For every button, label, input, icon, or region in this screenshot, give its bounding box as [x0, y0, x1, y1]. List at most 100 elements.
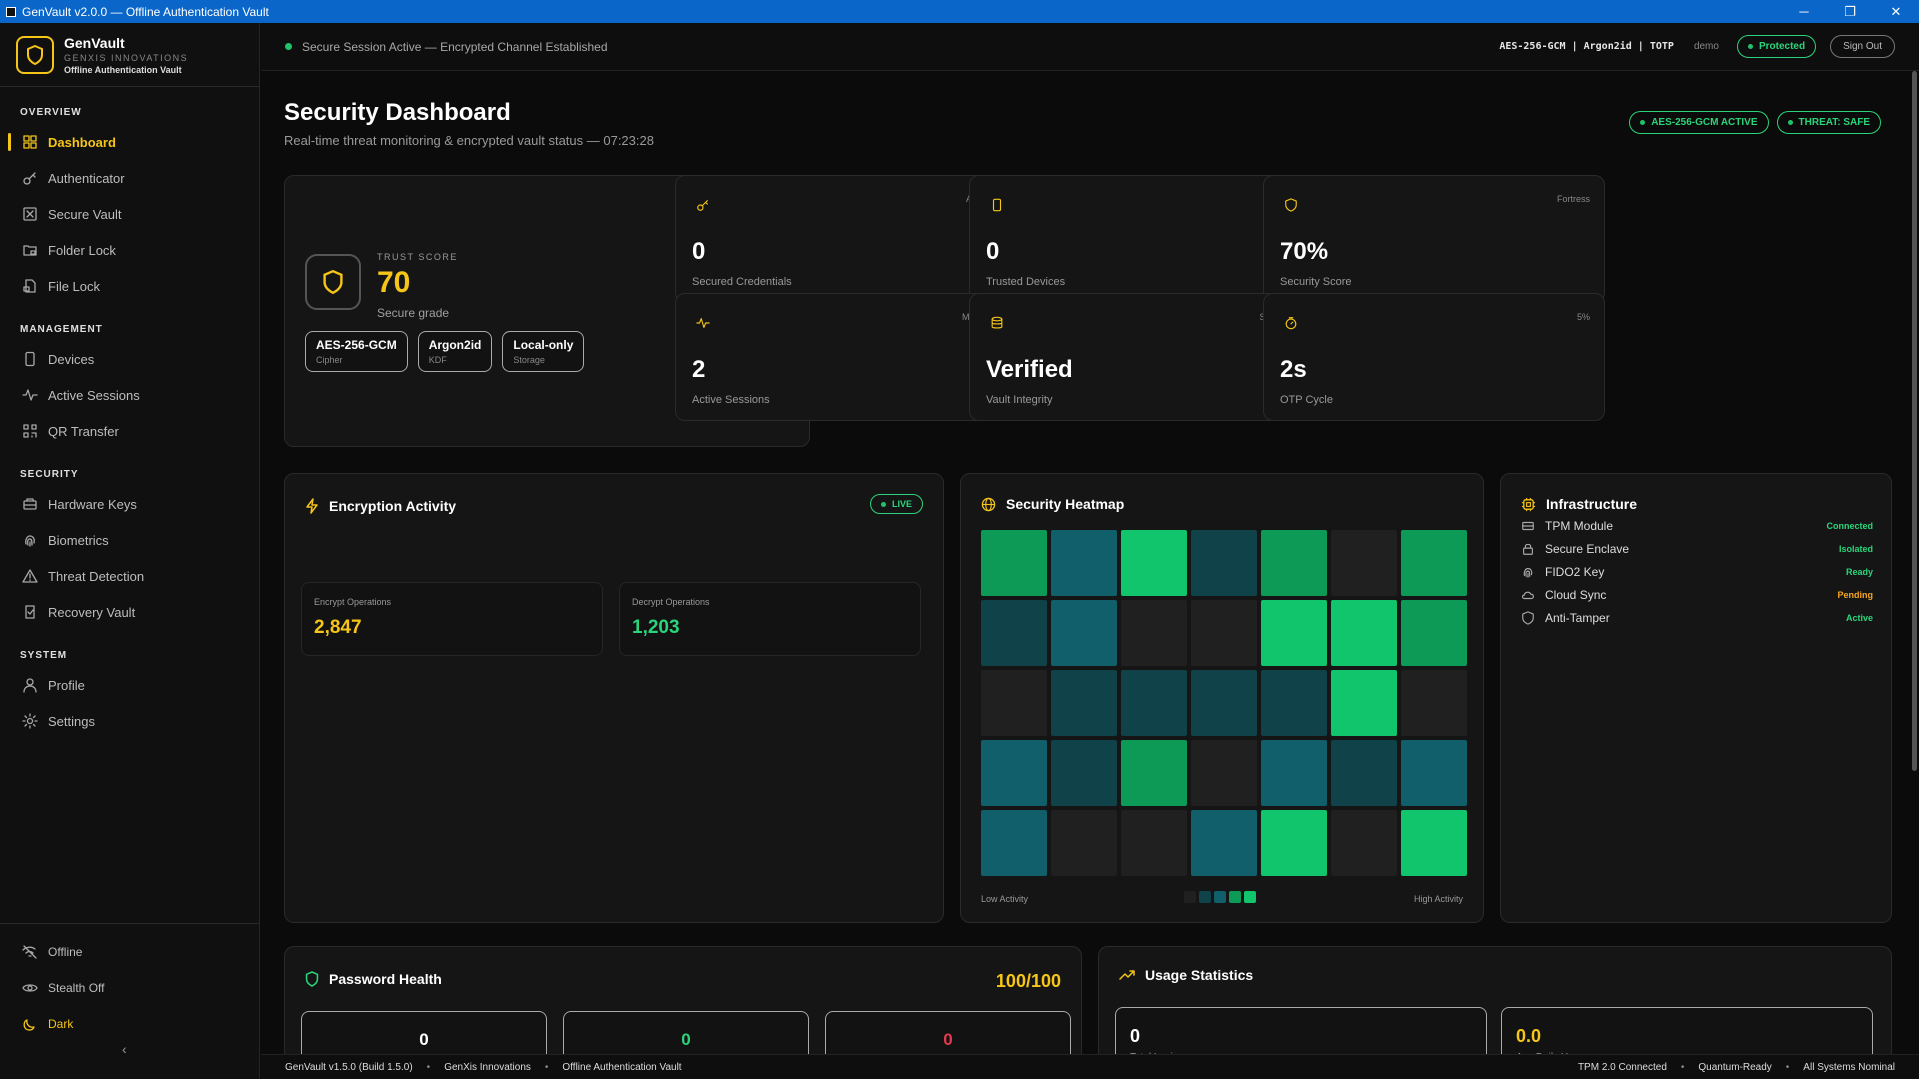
stat-caption: Vault Integrity	[986, 394, 1053, 406]
legend-swatch	[1199, 891, 1211, 903]
heatmap-cell	[1121, 670, 1187, 736]
high-activity-label: High Activity	[1413, 894, 1463, 904]
database-icon	[990, 316, 1004, 335]
heatmap-cell	[981, 740, 1047, 806]
maximize-button[interactable]: ❐	[1827, 4, 1873, 20]
nav-section-0: OVERVIEW	[20, 107, 82, 118]
sidebar-item-file-lock[interactable]: File Lock	[0, 268, 259, 304]
infra-row-anti-tamper: Anti-Tamper Active	[1521, 608, 1873, 628]
hardware-key-icon	[22, 496, 38, 512]
stat-tag: 5%	[1576, 312, 1590, 322]
stat-card-active-sessions: Monitored2Active Sessions	[675, 293, 1017, 421]
minimize-button[interactable]: ─	[1781, 4, 1827, 19]
collapse-sidebar-button[interactable]: ‹	[122, 1041, 127, 1057]
user-name: demo	[1693, 41, 1719, 52]
key-icon	[696, 198, 710, 217]
crypto-chips: AES-256-GCM Cipher Argon2id KDF Local-only…	[305, 331, 594, 372]
heatmap-cell	[1331, 600, 1397, 666]
shield-logo-icon	[16, 35, 54, 74]
infra-row-fido2-key: FIDO2 Key Ready	[1521, 562, 1873, 582]
shield-icon	[305, 254, 361, 310]
sidebar-item-profile[interactable]: Profile	[0, 667, 259, 703]
brand-name: GenVault	[64, 34, 125, 51]
decrypt-operations: Decrypt Operations 1,203	[619, 582, 921, 656]
heatmap-cell	[1401, 600, 1467, 666]
sidebar-item-label: Folder Lock	[48, 242, 116, 258]
sidebar-item-label: Biometrics	[48, 532, 109, 548]
sidebar-item-qr-transfer[interactable]: QR Transfer	[0, 413, 259, 449]
sidebar-item-authenticator[interactable]: Authenticator	[0, 160, 259, 196]
footer-company: GenXis Innovations	[444, 1061, 531, 1073]
sidebar-item-dashboard[interactable]: Dashboard	[0, 124, 259, 160]
heatmap-cell	[1401, 670, 1467, 736]
footer-quantum: Quantum-Ready	[1698, 1061, 1772, 1073]
infrastructure-card: Infrastructure TPM Module Connected Secure…	[1500, 473, 1892, 923]
shield-icon	[1521, 611, 1535, 625]
sidebar-item-label: Hardware Keys	[48, 496, 137, 512]
heatmap-cell	[1401, 740, 1467, 806]
status-dot	[285, 43, 292, 50]
key-icon	[22, 170, 38, 186]
sidebar-item-recovery-vault[interactable]: Recovery Vault	[0, 594, 259, 630]
heatmap-cell	[1261, 740, 1327, 806]
footer-version: GenVault v1.5.0 (Build 1.5.0)	[285, 1061, 413, 1073]
infra-status: Isolated	[1838, 544, 1873, 554]
nav-section-2: SECURITY	[20, 469, 79, 480]
toggle-dark[interactable]: Dark	[0, 1006, 260, 1042]
close-button[interactable]: ✕	[1873, 4, 1919, 20]
sidebar-item-label: Active Sessions	[48, 387, 140, 403]
sidebar-item-threat-detection[interactable]: Threat Detection	[0, 558, 259, 594]
stat-caption: Secured Credentials	[692, 276, 792, 288]
heatmap-cell	[1191, 530, 1257, 596]
infra-status: Active	[1845, 613, 1873, 623]
session-text: Secure Session Active — Encrypted Channe…	[302, 39, 608, 54]
infra-status: Pending	[1837, 590, 1874, 600]
password-health-box: 0	[825, 1011, 1071, 1054]
password-health-card: Password Health 100/100 000	[284, 946, 1082, 1054]
sidebar-item-secure-vault[interactable]: Secure Vault	[0, 196, 259, 232]
toggle-stealth-off[interactable]: Stealth Off	[0, 970, 260, 1006]
sidebar-item-label: Dashboard	[48, 134, 116, 150]
infra-status: Connected	[1826, 521, 1873, 531]
toggle-offline[interactable]: Offline	[0, 934, 260, 970]
cipher-chip: AES-256-GCM Cipher	[305, 331, 408, 372]
session-status: Secure Session Active — Encrypted Channe…	[285, 40, 1499, 54]
usage-stat-box: 0Total Logins	[1115, 1007, 1487, 1054]
heatmap-cell	[1121, 740, 1187, 806]
folder-lock-icon	[22, 242, 38, 258]
crypto-info: AES-256-GCM | Argon2id | TOTP	[1499, 41, 1674, 52]
lightning-icon	[305, 498, 319, 514]
footer-product: Offline Authentication Vault	[562, 1061, 682, 1073]
password-health-title: Password Health	[329, 971, 442, 987]
sidebar-item-label: QR Transfer	[48, 423, 119, 439]
sign-out-button[interactable]: Sign Out	[1830, 35, 1895, 58]
warning-icon	[22, 568, 38, 584]
heatmap-cell	[1051, 810, 1117, 876]
eye-icon	[22, 980, 38, 996]
infra-row-tpm-module: TPM Module Connected	[1521, 516, 1873, 536]
sidebar-item-active-sessions[interactable]: Active Sessions	[0, 377, 259, 413]
sidebar-item-settings[interactable]: Settings	[0, 703, 259, 739]
stat-caption: Active Sessions	[692, 394, 770, 406]
sidebar: GenVault GENXIS INNOVATIONS Offline Auth…	[0, 23, 260, 1079]
heatmap-cell	[1051, 670, 1117, 736]
stat-card-trusted-devices: Verified0Trusted Devices	[969, 175, 1311, 303]
sidebar-item-label: File Lock	[48, 278, 101, 294]
infra-status: Ready	[1845, 567, 1873, 577]
timer-icon	[1284, 316, 1298, 335]
sidebar-item-biometrics[interactable]: Biometrics	[0, 522, 259, 558]
stat-tag: Fortress	[1556, 194, 1590, 204]
gear-icon	[22, 713, 38, 729]
sidebar-nav: OVERVIEW Dashboard Authenticator Secure Vau…	[0, 107, 259, 739]
sidebar-item-devices[interactable]: Devices	[0, 341, 259, 377]
sidebar-item-folder-lock[interactable]: Folder Lock	[0, 232, 259, 268]
sidebar-item-hardware-keys[interactable]: Hardware Keys	[0, 486, 259, 522]
sidebar-item-label: Devices	[48, 351, 95, 367]
main-scrollbar[interactable]	[1912, 71, 1917, 771]
heatmap-cell	[1121, 810, 1187, 876]
heatmap-cell	[1191, 740, 1257, 806]
window-title: GenVault v2.0.0 — Offline Authentication…	[22, 4, 269, 19]
infra-row-secure-enclave: Secure Enclave Isolated	[1521, 539, 1873, 559]
password-health-score: 100/100	[995, 971, 1061, 991]
page-subtitle: Real-time threat monitoring & encrypted …	[284, 133, 654, 148]
